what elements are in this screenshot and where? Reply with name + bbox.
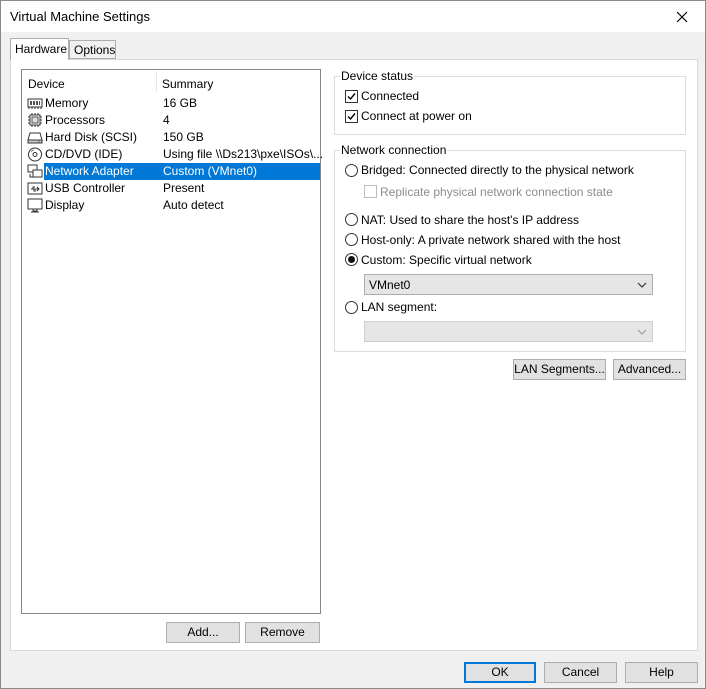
device-row-display[interactable]: Display Auto detect [24, 197, 320, 214]
checkmark-icon [347, 93, 356, 101]
device-list[interactable]: Device Summary Memory 16 GB Processors 4 [21, 69, 324, 614]
memory-icon [27, 98, 43, 109]
processor-icon [28, 113, 42, 127]
device-name: Display [45, 198, 85, 212]
device-name: USB Controller [45, 181, 126, 195]
device-summary: 150 GB [163, 130, 204, 144]
column-header-device[interactable]: Device [28, 77, 65, 91]
host-only-label[interactable]: Host-only: A private network shared with… [361, 233, 620, 247]
display-icon [27, 198, 43, 213]
host-only-radio[interactable] [345, 233, 358, 246]
custom-radio[interactable] [345, 253, 358, 266]
lan-segments-button[interactable]: LAN Segments... [513, 359, 606, 380]
hard-disk-icon [27, 132, 43, 144]
connected-checkbox[interactable] [345, 90, 358, 103]
device-row-hard-disk[interactable]: Hard Disk (SCSI) 150 GB [24, 129, 320, 146]
help-button[interactable]: Help [625, 662, 698, 683]
lan-segment-select[interactable] [364, 321, 653, 342]
device-row-usb-controller[interactable]: USB Controller Present [24, 180, 320, 197]
close-button[interactable] [659, 1, 705, 32]
custom-network-value: VMnet0 [369, 278, 411, 292]
custom-label[interactable]: Custom: Specific virtual network [361, 253, 532, 267]
device-name: CD/DVD (IDE) [45, 147, 123, 161]
chevron-down-icon [637, 329, 647, 335]
checkmark-icon [347, 113, 356, 121]
device-row-cd-dvd[interactable]: CD/DVD (IDE) Using file \\Ds213\pxe\ISOs… [24, 146, 324, 163]
column-separator[interactable] [156, 71, 157, 92]
advanced-button[interactable]: Advanced... [613, 359, 686, 380]
connected-label[interactable]: Connected [361, 89, 419, 103]
window-title: Virtual Machine Settings [10, 9, 150, 24]
device-summary: Custom (VMnet0) [163, 164, 258, 178]
network-adapter-icon [27, 164, 43, 178]
tab-hardware[interactable]: Hardware [10, 38, 69, 60]
device-name: Memory [45, 96, 89, 110]
chevron-down-icon [637, 282, 647, 288]
ok-button[interactable]: OK [464, 662, 536, 683]
device-summary: 16 GB [163, 96, 198, 110]
device-summary: Present [163, 181, 205, 195]
cancel-button[interactable]: Cancel [544, 662, 617, 683]
device-row-network-adapter[interactable]: Network Adapter Custom (VMnet0) [24, 163, 320, 180]
settings-window: Virtual Machine Settings Hardware Option… [0, 0, 706, 689]
device-name: Network Adapter [45, 164, 134, 178]
device-summary: 4 [163, 113, 170, 127]
tab-options[interactable]: Options [69, 40, 116, 59]
add-button[interactable]: Add... [166, 622, 240, 643]
lan-segment-radio[interactable] [345, 301, 358, 314]
connect-at-power-on-label[interactable]: Connect at power on [361, 109, 472, 123]
connect-at-power-on-checkbox[interactable] [345, 110, 358, 123]
nat-label[interactable]: NAT: Used to share the host's IP address [361, 213, 579, 227]
device-summary: Using file \\Ds213\pxe\ISOs\... [163, 147, 324, 161]
replicate-label[interactable]: Replicate physical network connection st… [380, 185, 613, 199]
usb-icon [27, 182, 43, 195]
custom-network-select[interactable]: VMnet0 [364, 274, 653, 295]
network-connection-title: Network connection [340, 143, 448, 157]
title-bar: Virtual Machine Settings [1, 1, 705, 32]
column-header-summary[interactable]: Summary [162, 77, 213, 91]
lan-segment-label[interactable]: LAN segment: [361, 300, 437, 314]
tab-hardware-label: Hardware [15, 42, 68, 56]
tab-options-label: Options [74, 43, 116, 57]
device-summary: Auto detect [163, 198, 224, 212]
device-status-title: Device status [340, 69, 415, 83]
device-row-memory[interactable]: Memory 16 GB [24, 95, 320, 112]
bridged-radio[interactable] [345, 164, 358, 177]
close-icon [676, 11, 688, 22]
bridged-label[interactable]: Bridged: Connected directly to the physi… [361, 163, 634, 177]
device-status-group [334, 76, 686, 135]
device-name: Hard Disk (SCSI) [45, 130, 138, 144]
device-name: Processors [45, 113, 106, 127]
remove-button[interactable]: Remove [245, 622, 320, 643]
nat-radio[interactable] [345, 213, 358, 226]
replicate-checkbox[interactable] [364, 185, 377, 198]
cd-dvd-icon [28, 147, 42, 162]
device-row-processors[interactable]: Processors 4 [24, 112, 320, 129]
